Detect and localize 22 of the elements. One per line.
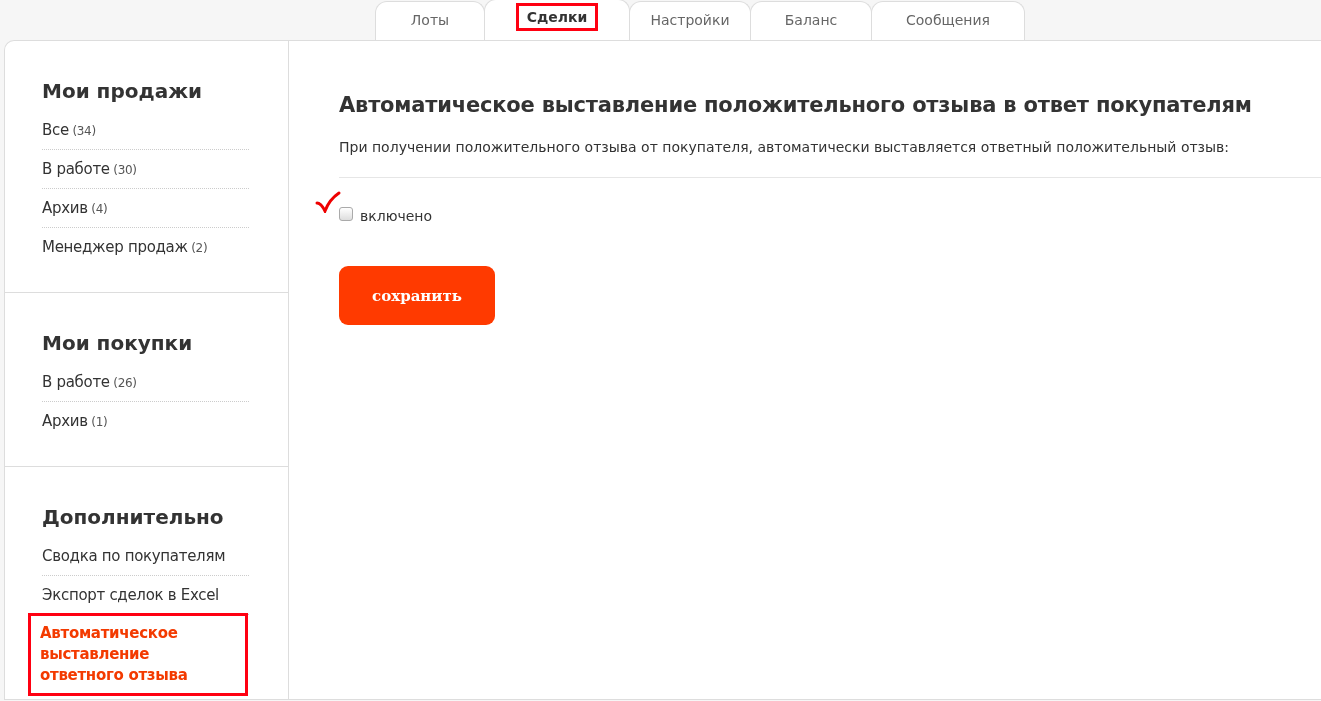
sidebar-item[interactable]: Архив (1): [42, 402, 249, 440]
sidebar-item[interactable]: Автоматическое выставление ответного отзыва: [30, 615, 246, 694]
sidebar-item[interactable]: Архив (4): [42, 189, 249, 228]
sidebar-item[interactable]: В работе (30): [42, 150, 249, 189]
save-button[interactable]: сохранить: [339, 266, 495, 325]
sidebar-item[interactable]: Менеджер продаж (2): [42, 228, 249, 266]
description-text: При получении положительного отзыва от покупателя, автоматически выставляется ответный положительный отзыв:: [339, 139, 1231, 155]
section-heading: Дополнительно: [42, 505, 225, 529]
tab[interactable]: Настройки: [629, 1, 751, 40]
sidebar-item[interactable]: Все (34): [42, 111, 249, 150]
sidebar-item[interactable]: Сводка по покупателям: [42, 537, 249, 576]
checkbox-label[interactable]: включено: [360, 208, 433, 224]
tab[interactable]: Сообщения: [871, 1, 1025, 40]
page-heading: Автоматическое выставление положительного отзыва в ответ покупателям: [339, 93, 1253, 117]
tab[interactable]: Лоты: [375, 1, 485, 40]
sidebar-item[interactable]: В работе (26): [42, 363, 249, 402]
section-heading: Мои покупки: [42, 331, 194, 355]
section-heading: Мои продажи: [42, 79, 204, 103]
checkbox[interactable]: [339, 207, 353, 221]
sidebar-item[interactable]: Экспорт сделок в Excel: [42, 576, 249, 615]
tab[interactable]: Сделки: [484, 0, 630, 40]
tab[interactable]: Баланс: [750, 1, 872, 40]
